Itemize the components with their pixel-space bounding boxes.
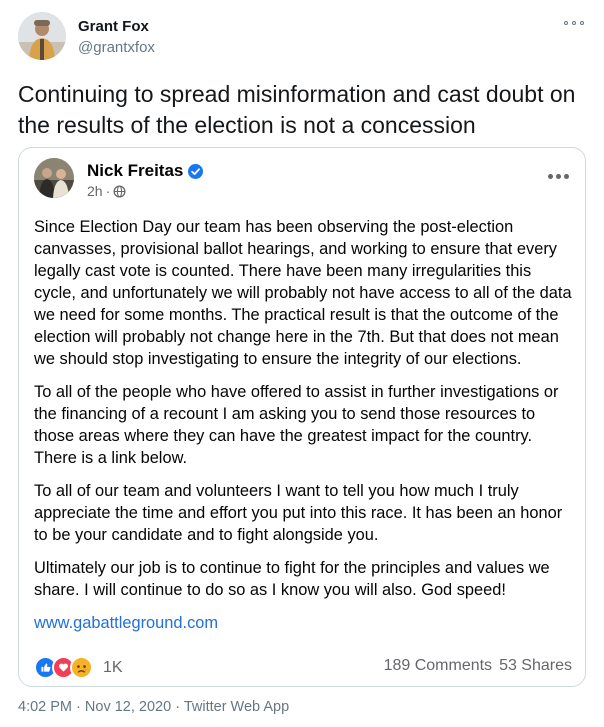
post-meta-separator: · <box>105 183 111 199</box>
post-meta: 2h · <box>87 183 126 199</box>
post-link[interactable]: www.gabattleground.com <box>34 612 574 634</box>
tweet-source[interactable]: Twitter Web App <box>184 699 289 715</box>
post-header: Nick Freitas 2h · <box>19 148 585 204</box>
post-paragraph: To all of the people who have offered to… <box>34 383 559 467</box>
comments-count[interactable]: 189 Comments <box>384 657 493 675</box>
post-footer: 1K 189 Comments 53 Shares <box>34 654 572 680</box>
post-paragraph: Ultimately our job is to continue to fig… <box>34 559 550 599</box>
shares-count[interactable]: 53 Shares <box>499 657 572 675</box>
reaction-count: 1K <box>103 658 123 676</box>
more-options-dot <box>564 21 568 25</box>
more-options-dot <box>572 21 576 25</box>
reactions-summary[interactable]: 1K <box>34 656 123 679</box>
verified-badge-icon <box>188 163 204 179</box>
author-name[interactable]: Grant Fox <box>78 18 149 35</box>
tweet-timestamp: 4:02 PM · Nov 12, 2020 · Twitter Web App <box>18 699 289 715</box>
post-age[interactable]: 2h <box>87 183 103 199</box>
author-handle[interactable]: @grantxfox <box>78 39 155 56</box>
timestamp-separator: · <box>175 699 181 715</box>
post-author-avatar-image <box>34 158 74 198</box>
post-stats: 189 Comments 53 Shares <box>384 657 572 675</box>
tweet-time[interactable]: 4:02 PM <box>18 699 72 715</box>
tweet-header: Grant Fox @grantxfox <box>18 12 588 62</box>
more-options-dot <box>580 21 584 25</box>
post-body: Since Election Day our team has been obs… <box>34 216 574 634</box>
more-horizontal-icon[interactable] <box>548 174 569 179</box>
embedded-facebook-post[interactable]: Nick Freitas 2h · Since Election Day our… <box>18 147 586 687</box>
post-paragraph: Since Election Day our team has been obs… <box>34 218 572 368</box>
globe-icon <box>113 184 126 198</box>
tweet-date[interactable]: Nov 12, 2020 <box>85 699 171 715</box>
more-dot <box>564 174 569 179</box>
more-dot <box>548 174 553 179</box>
post-author-avatar[interactable] <box>34 158 74 198</box>
sad-reaction-icon <box>70 656 93 679</box>
timestamp-separator: · <box>76 699 81 715</box>
post-author: Nick Freitas <box>87 161 204 181</box>
more-options-icon[interactable] <box>564 16 584 30</box>
author-avatar-image <box>18 12 66 60</box>
post-author-name[interactable]: Nick Freitas <box>87 161 183 181</box>
post-paragraph: To all of our team and volunteers I want… <box>34 482 563 544</box>
tweet-text: Continuing to spread misinformation and … <box>18 81 576 138</box>
author-avatar[interactable] <box>18 12 66 60</box>
more-dot <box>556 174 561 179</box>
